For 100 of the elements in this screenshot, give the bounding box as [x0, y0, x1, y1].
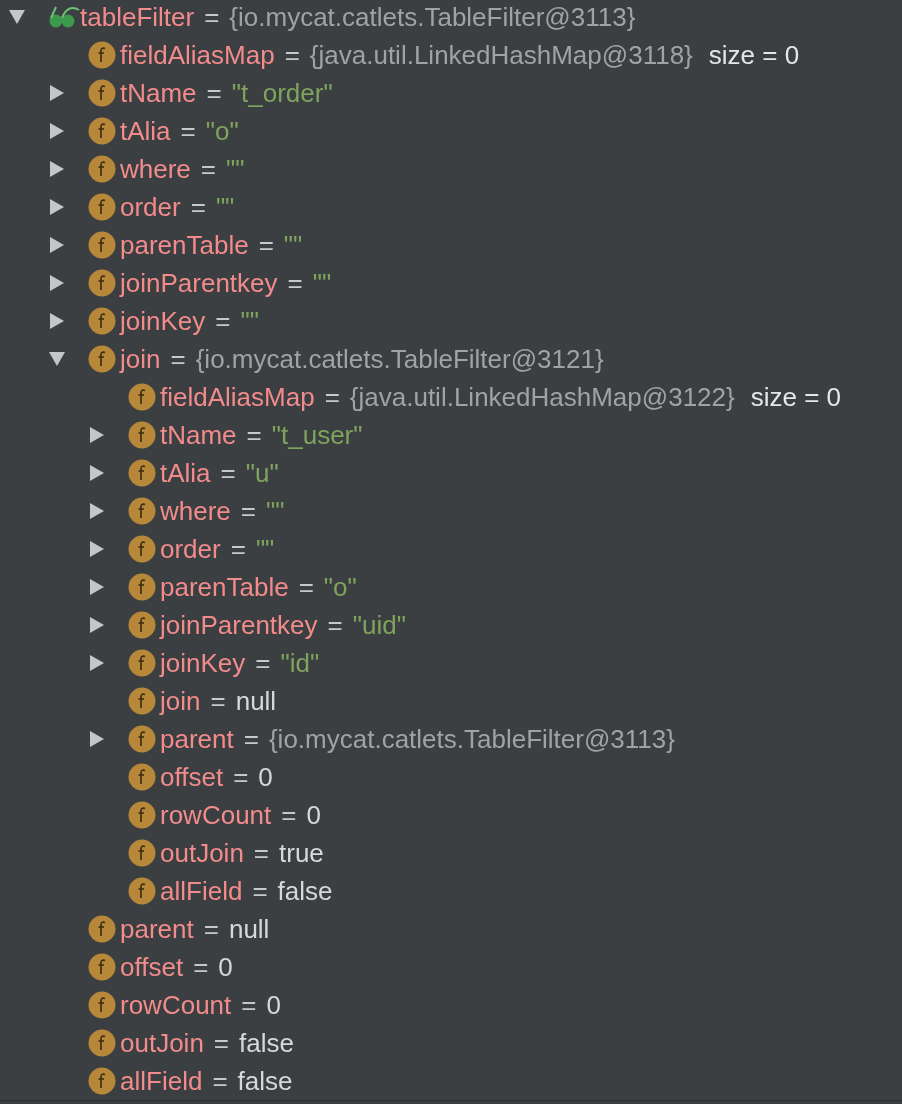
field-icon [88, 1029, 116, 1057]
variable-value: "" [283, 232, 303, 258]
variable-name: offset [120, 954, 184, 980]
variable-name: order [120, 194, 181, 220]
variable-name: rowCount [120, 992, 232, 1018]
variable-name: allField [120, 1068, 203, 1094]
equals-sign: = [206, 80, 222, 106]
variable-value: "" [215, 194, 235, 220]
equals-sign: = [324, 384, 340, 410]
glasses-icon [48, 4, 80, 30]
equals-sign: = [246, 422, 262, 448]
expand-arrow-icon[interactable] [48, 84, 66, 102]
expand-arrow-icon[interactable] [48, 312, 66, 330]
field-icon [88, 1067, 116, 1095]
expand-arrow-icon[interactable] [48, 160, 66, 178]
equals-sign: = [180, 118, 196, 144]
expand-arrow-icon[interactable] [88, 426, 106, 444]
field-icon [88, 991, 116, 1019]
variable-name: join [120, 346, 161, 372]
variable-name: where [120, 156, 191, 182]
field-icon [88, 915, 116, 943]
variable-name: tableFilter [80, 4, 195, 30]
variable-name: parenTable [160, 574, 289, 600]
variable-name: joinParentkey [120, 270, 278, 296]
expand-arrow-icon[interactable] [88, 730, 106, 748]
field-icon [88, 345, 116, 373]
variable-name: tAlia [120, 118, 171, 144]
collapse-arrow-icon[interactable] [48, 350, 66, 368]
equals-sign: = [170, 346, 186, 372]
expand-arrow-icon[interactable] [88, 502, 106, 520]
variable-name: joinParentkey [160, 612, 318, 638]
variable-value: 0 [258, 764, 273, 790]
expand-arrow-icon[interactable] [88, 464, 106, 482]
expand-arrow-icon[interactable] [48, 198, 66, 216]
equals-sign: = [200, 156, 216, 182]
variable-name: tAlia [160, 460, 211, 486]
field-icon [128, 801, 156, 829]
variable-value: "o" [205, 118, 239, 144]
variable-value: {java.util.LinkedHashMap@3118} [309, 42, 693, 68]
variable-name: where [160, 498, 231, 524]
variable-value: 0 [266, 992, 281, 1018]
variable-value: "o" [323, 574, 357, 600]
collapse-arrow-icon[interactable] [8, 8, 26, 26]
equals-sign: = [193, 954, 209, 980]
variable-value: "" [226, 156, 245, 182]
variable-value: null [228, 916, 270, 942]
variable-value: "" [266, 498, 285, 524]
variable-value: {io.mycat.catlets.TableFilter@3113} [229, 4, 636, 30]
variable-value: "" [312, 270, 332, 296]
variable-name: join [160, 688, 201, 714]
variable-value: "uid" [352, 612, 406, 638]
equals-sign: = [243, 726, 259, 752]
field-icon [88, 269, 116, 297]
field-icon [128, 763, 156, 791]
variable-name: outJoin [120, 1030, 204, 1056]
variable-value: false [239, 1030, 294, 1056]
equals-sign: = [230, 536, 246, 562]
equals-sign: = [233, 764, 249, 790]
field-icon [128, 421, 156, 449]
equals-sign: = [327, 612, 343, 638]
field-icon [88, 193, 116, 221]
variable-name: tName [120, 80, 197, 106]
field-icon [128, 649, 156, 677]
variable-name: parent [120, 916, 194, 942]
expand-arrow-icon[interactable] [88, 616, 106, 634]
equals-sign: = [253, 840, 270, 866]
variable-value: null [235, 688, 277, 714]
variable-name: fieldAliasMap [160, 384, 315, 410]
equals-sign: = [241, 992, 257, 1018]
equals-sign: = [258, 232, 274, 258]
size-label: size = 0 [708, 42, 800, 68]
expand-arrow-icon[interactable] [88, 578, 106, 596]
expand-arrow-icon[interactable] [88, 654, 106, 672]
expand-arrow-icon[interactable] [48, 122, 66, 140]
expand-arrow-icon[interactable] [88, 540, 106, 558]
variable-value: {java.util.LinkedHashMap@3122} [349, 384, 735, 410]
equals-sign: = [190, 194, 206, 220]
field-icon [128, 383, 156, 411]
equals-sign: = [287, 270, 303, 296]
field-icon [128, 497, 156, 525]
variable-name: parent [160, 726, 234, 752]
variable-value: 0 [218, 954, 233, 980]
field-icon [128, 725, 156, 753]
field-icon [128, 459, 156, 487]
field-icon [88, 307, 116, 335]
equals-sign: = [240, 498, 256, 524]
variable-name: fieldAliasMap [120, 42, 275, 68]
expand-arrow-icon[interactable] [48, 236, 66, 254]
expand-arrow-icon[interactable] [48, 274, 66, 292]
equals-sign: = [204, 4, 220, 30]
variable-value: {io.mycat.catlets.TableFilter@3113} [268, 726, 675, 752]
equals-sign: = [284, 42, 300, 68]
variable-name: parenTable [120, 232, 249, 258]
variable-name: rowCount [160, 802, 272, 828]
variable-name: tName [160, 422, 237, 448]
variable-value: {io.mycat.catlets.TableFilter@3121} [195, 346, 604, 372]
equals-sign: = [213, 1030, 230, 1056]
variable-name: outJoin [160, 840, 244, 866]
equals-sign: = [255, 650, 271, 676]
variable-name: allField [160, 878, 243, 904]
